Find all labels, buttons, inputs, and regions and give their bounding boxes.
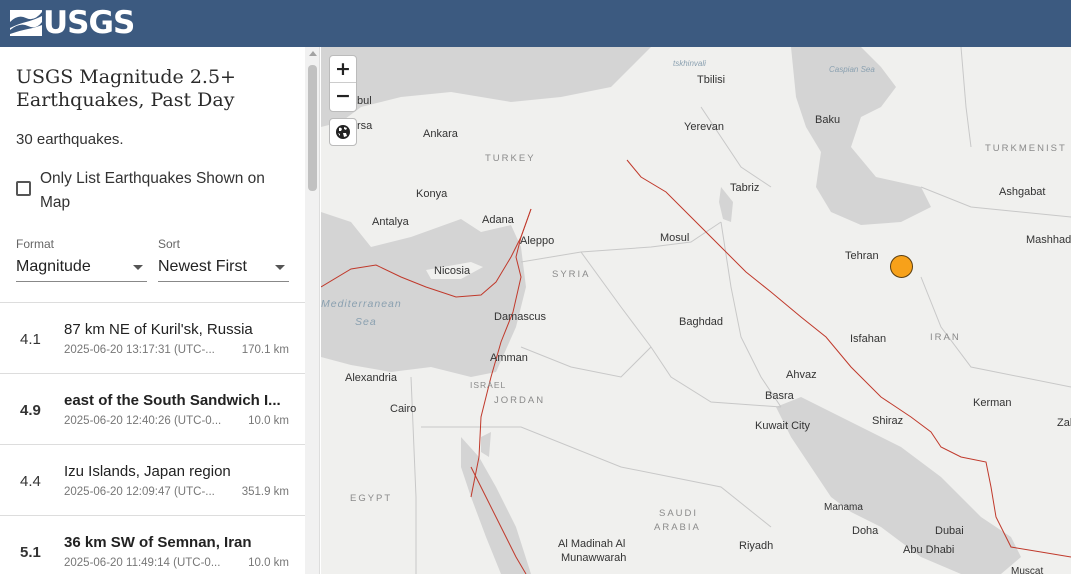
zoom-out-button[interactable]: − xyxy=(330,83,356,110)
scrollbar-thumb[interactable] xyxy=(308,65,317,191)
map-label-damascus: Damascus xyxy=(494,311,546,323)
usgs-logo-text: USGS xyxy=(43,5,135,41)
map-label-sea: Sea xyxy=(355,316,377,328)
map-label-konya: Konya xyxy=(416,188,448,200)
chevron-down-icon xyxy=(275,265,285,270)
map-label-manama: Manama xyxy=(824,502,863,513)
earthquake-list-panel: USGS Magnitude 2.5+ Earthquakes, Past Da… xyxy=(0,47,320,574)
earthquake-list-item[interactable]: 4.1 87 km NE of Kuril'sk, Russia 2025-06… xyxy=(0,303,305,374)
map-label-ashgabat: Ashgabat xyxy=(999,186,1046,198)
map-label-caspian-sea: Caspian Sea xyxy=(829,65,875,74)
map-label-aleppo: Aleppo xyxy=(520,235,555,247)
sidebar-scrollbar[interactable] xyxy=(305,47,319,574)
earthquake-time: 2025-06-20 13:17:31 (UTC-... xyxy=(64,344,215,356)
earthquake-list-item[interactable]: 4.9 east of the South Sandwich I... 2025… xyxy=(0,374,305,445)
format-label: Format xyxy=(16,237,55,251)
earthquake-list: 4.1 87 km NE of Kuril'sk, Russia 2025-06… xyxy=(0,302,305,574)
sort-select[interactable]: Newest First xyxy=(158,255,289,282)
earthquake-time: 2025-06-20 11:49:14 (UTC-0... xyxy=(64,557,221,569)
map-label-isfahan: Isfahan xyxy=(850,333,887,345)
map-label-baghdad: Baghdad xyxy=(679,316,724,328)
earthquake-magnitude: 4.4 xyxy=(20,473,41,490)
map-label-al-madinah: Al Madinah Al xyxy=(558,538,626,550)
earthquake-place: Izu Islands, Japan region xyxy=(64,463,231,480)
map-label-mosul: Mosul xyxy=(660,232,690,244)
map-label-israel: ISRAEL xyxy=(470,380,507,390)
map-label-tbilisi: Tbilisi xyxy=(697,74,726,86)
site-header: USGS xyxy=(0,0,1071,47)
map-label-ahvaz: Ahvaz xyxy=(786,369,817,381)
map-label-iran: IRAN xyxy=(930,332,961,343)
map-label-syria: SYRIA xyxy=(552,269,591,280)
zoom-control: + − xyxy=(329,55,357,112)
map-label-zahedan: Zah xyxy=(1057,417,1071,429)
map-label-ankara: Ankara xyxy=(423,128,458,140)
usgs-logo[interactable]: USGS xyxy=(10,5,135,41)
map-label-basra: Basra xyxy=(765,390,794,402)
map-label-tabriz: Tabriz xyxy=(730,182,760,194)
map-label-doha: Doha xyxy=(852,525,879,537)
map-label-munawwarah: Munawwarah xyxy=(561,552,627,564)
map-label-amman: Amman xyxy=(490,352,528,364)
map-label-istanbul: bul xyxy=(357,95,372,107)
earthquake-depth: 10.0 km xyxy=(248,557,289,569)
map-label-abu-dhabi: Abu Dhabi xyxy=(903,544,955,556)
earthquake-magnitude: 4.9 xyxy=(20,402,41,419)
earthquake-magnitude: 4.1 xyxy=(20,331,41,348)
earthquake-depth: 170.1 km xyxy=(241,344,289,356)
earthquake-time: 2025-06-20 12:40:26 (UTC-0... xyxy=(64,415,222,427)
only-list-shown-label[interactable]: Only List Earthquakes Shown on Map xyxy=(40,167,290,215)
basemap-button[interactable] xyxy=(329,118,357,146)
map-label-nicosia: Nicosia xyxy=(434,265,471,277)
earthquake-list-item[interactable]: 4.4 Izu Islands, Japan region 2025-06-20… xyxy=(0,445,305,516)
earthquake-magnitude: 5.1 xyxy=(20,544,41,561)
map-label-riyadh: Riyadh xyxy=(739,540,774,552)
sort-label: Sort xyxy=(158,237,181,251)
earthquake-place: east of the South Sandwich I... xyxy=(64,392,281,409)
scroll-up-arrow-icon[interactable] xyxy=(309,51,317,56)
map-label-cairo: Cairo xyxy=(390,403,417,415)
zoom-in-button[interactable]: + xyxy=(330,56,356,83)
only-list-shown-checkbox[interactable] xyxy=(16,181,31,196)
format-select-value: Magnitude xyxy=(16,258,91,275)
map-label-antalya: Antalya xyxy=(372,216,409,228)
map-label-arabia: ARABIA xyxy=(654,522,701,533)
map-label-adana: Adana xyxy=(482,214,514,226)
globe-icon xyxy=(336,125,350,139)
earthquake-depth: 10.0 km xyxy=(248,415,289,427)
map-label-shiraz: Shiraz xyxy=(872,415,904,427)
map-label-mashhad: Mashhad xyxy=(1026,234,1071,246)
map-label-yerevan: Yerevan xyxy=(684,121,724,133)
map-label-mediterranean: Mediterranean xyxy=(321,298,402,310)
map-label-turkmenistan: TURKMENIST xyxy=(985,143,1067,154)
map-label-dubai: Dubai xyxy=(935,525,964,537)
sort-select-value: Newest First xyxy=(158,258,247,275)
map-label-jordan: JORDAN xyxy=(494,395,546,406)
map-label-kerman: Kerman xyxy=(973,397,1012,409)
usgs-wave-icon xyxy=(10,10,42,36)
map-label-tehran: Tehran xyxy=(845,250,879,262)
map-label-bursa: rsa xyxy=(357,120,373,132)
map-label-saudi: SAUDI xyxy=(659,508,699,519)
map-label-tskhinvali: tskhinvali xyxy=(673,59,706,68)
earthquake-place: 87 km NE of Kuril'sk, Russia xyxy=(64,321,253,338)
map-label-alexandria: Alexandria xyxy=(345,372,397,384)
map-label-baku: Baku xyxy=(815,114,841,126)
earthquake-count: 30 earthquakes. xyxy=(16,131,124,148)
earthquake-depth: 351.9 km xyxy=(241,486,289,498)
earthquake-marker[interactable] xyxy=(890,255,913,278)
map-label-turkey: TURKEY xyxy=(485,153,536,164)
chevron-down-icon xyxy=(133,265,143,270)
page-title: USGS Magnitude 2.5+ Earthquakes, Past Da… xyxy=(16,66,236,111)
earthquake-time: 2025-06-20 12:09:47 (UTC-... xyxy=(64,486,215,498)
earthquake-list-item[interactable]: 5.1 36 km SW of Semnan, Iran 2025-06-20 … xyxy=(0,516,305,574)
map-label-egypt: EGYPT xyxy=(350,493,393,504)
map-label-kuwait-city: Kuwait City xyxy=(755,420,811,432)
format-select[interactable]: Magnitude xyxy=(16,255,147,282)
earthquake-place: 36 km SW of Semnan, Iran xyxy=(64,534,252,551)
map-label-muscat: Muscat xyxy=(1011,566,1044,574)
earthquake-map[interactable]: tskhinvali Tbilisi Caspian Sea bul rsa A… xyxy=(321,47,1071,574)
